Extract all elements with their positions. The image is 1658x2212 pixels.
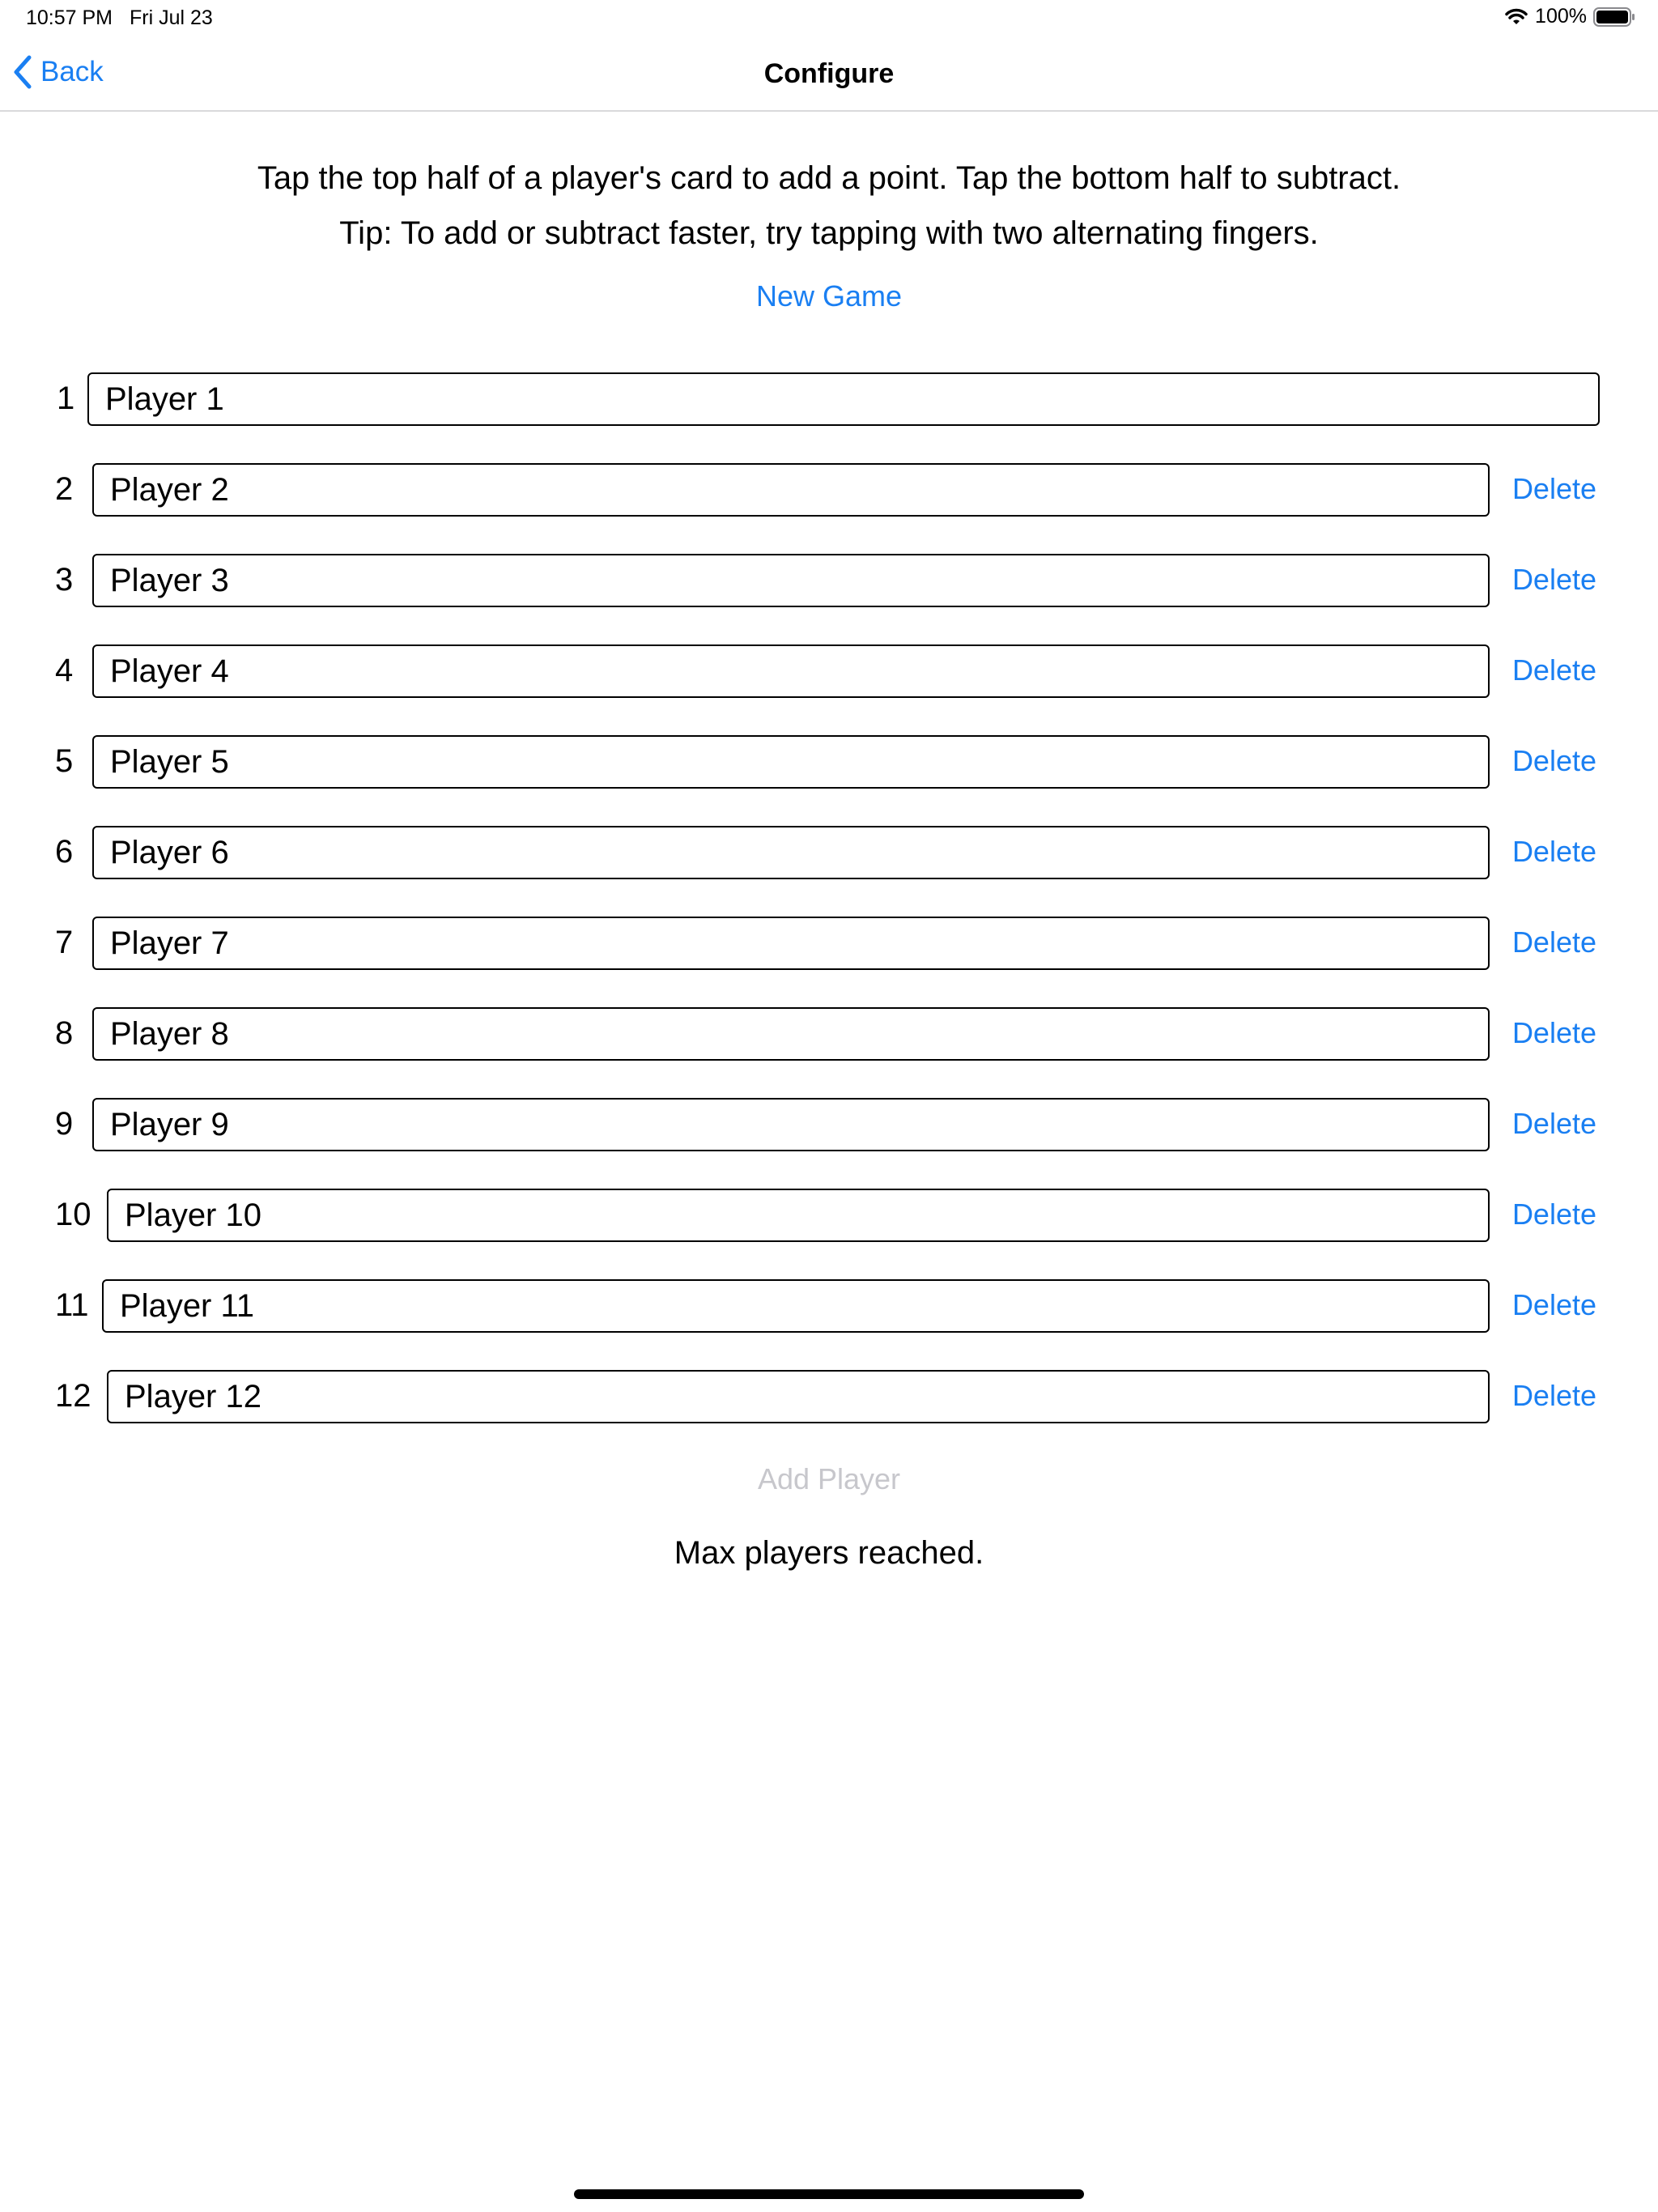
delete-button[interactable]: Delete [1512,460,1596,518]
player-name-field[interactable]: Player 10 [107,1189,1490,1242]
player-name-field[interactable]: Player 9 [92,1098,1490,1151]
delete-button[interactable]: Delete [1512,1367,1596,1425]
battery-percentage: 100% [1535,5,1587,28]
player-number: 9 [55,1106,74,1142]
player-row: 3 Player 3 Delete [0,542,1658,633]
page-title: Configure [763,58,895,89]
player-row: 8 Player 8 Delete [0,996,1658,1087]
delete-button[interactable]: Delete [1512,823,1596,881]
delete-button[interactable]: Delete [1512,1004,1596,1062]
player-name-field[interactable]: Player 8 [92,1007,1490,1061]
max-players-message: Max players reached. [674,1535,984,1571]
player-row: 2 Player 2 Delete [0,452,1658,542]
player-number: 11 [55,1287,89,1323]
player-row: 1 Player 1 [0,361,1658,452]
player-name-field[interactable]: Player 2 [92,463,1490,517]
player-name-field[interactable]: Player 7 [92,917,1490,970]
player-row: 12 Player 12 Delete [0,1359,1658,1449]
player-number: 6 [55,834,74,870]
player-row: 5 Player 5 Delete [0,724,1658,815]
status-bar: 10:57 PM Fri Jul 23 100% [0,0,1658,39]
new-game-button[interactable]: New Game [0,279,1658,313]
status-date: Fri Jul 23 [130,6,213,29]
delete-button[interactable]: Delete [1512,913,1596,972]
player-name-field[interactable]: Player 11 [102,1279,1490,1333]
player-name-field[interactable]: Player 3 [92,554,1490,607]
player-name-field[interactable]: Player 1 [87,372,1600,426]
navigation-bar: Back Configure [0,39,1658,112]
player-number: 10 [55,1197,91,1232]
player-number: 1 [57,381,75,416]
wifi-icon [1504,7,1528,27]
instructions: Tap the top half of a player's card to a… [0,151,1658,261]
delete-button[interactable]: Delete [1512,1095,1596,1153]
player-number: 8 [55,1015,74,1051]
player-row: 6 Player 6 Delete [0,815,1658,905]
player-row: 11 Player 11 Delete [0,1268,1658,1359]
player-row: 10 Player 10 Delete [0,1177,1658,1268]
player-list: 1 Player 1 2 Player 2 Delete 3 Player 3 … [0,361,1658,1449]
delete-button[interactable]: Delete [1512,1185,1596,1244]
add-player-button[interactable]: Add Player [0,1462,1658,1496]
player-row: 7 Player 7 Delete [0,905,1658,996]
status-time: 10:57 PM [26,6,113,29]
player-number: 5 [55,743,74,779]
player-name-field[interactable]: Player 12 [107,1370,1490,1423]
battery-icon [1593,6,1635,28]
delete-button[interactable]: Delete [1512,551,1596,609]
player-number: 12 [55,1378,91,1414]
player-number: 3 [55,562,74,598]
delete-button[interactable]: Delete [1512,732,1596,790]
player-number: 4 [55,653,74,688]
delete-button[interactable]: Delete [1512,1276,1596,1334]
instruction-line-2: Tip: To add or subtract faster, try tapp… [339,215,1319,251]
player-row: 9 Player 9 Delete [0,1087,1658,1177]
home-indicator[interactable] [574,2189,1084,2199]
player-number: 7 [55,925,74,960]
player-name-field[interactable]: Player 5 [92,735,1490,789]
delete-button[interactable]: Delete [1512,641,1596,700]
player-number: 2 [55,471,74,507]
player-name-field[interactable]: Player 6 [92,826,1490,879]
player-name-field[interactable]: Player 4 [92,644,1490,698]
status-indicators: 100% [1504,5,1635,28]
instruction-line-1: Tap the top half of a player's card to a… [257,160,1401,196]
player-row: 4 Player 4 Delete [0,633,1658,724]
